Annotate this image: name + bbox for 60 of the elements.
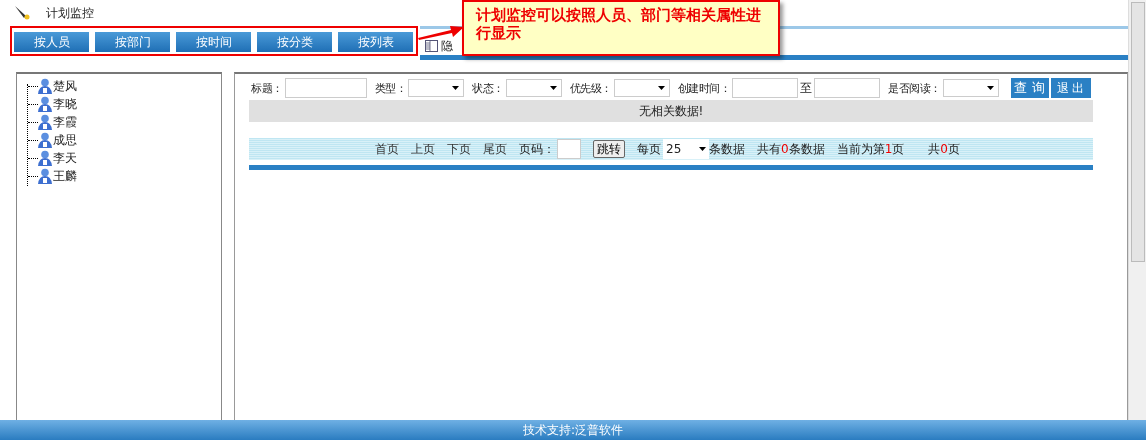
select-field[interactable] — [942, 79, 999, 97]
callout-note: 计划监控可以按照人员、部门等相关属性进行显示 — [462, 0, 780, 56]
pen-icon — [14, 5, 32, 21]
pager-link[interactable]: 首页 — [375, 140, 399, 158]
pager-link[interactable]: 下页 — [447, 140, 471, 158]
callout-arrow — [418, 24, 464, 40]
per-page-label: 每页 — [637, 140, 661, 158]
page-title: 计划监控 — [46, 4, 94, 22]
columns-icon[interactable] — [425, 40, 438, 52]
footer-text: 技术支持:泛普软件 — [0, 420, 1146, 440]
tree-item[interactable]: 楚风 — [38, 77, 77, 95]
filter-label: 优先级： — [569, 80, 612, 96]
view-button[interactable]: 按人员 — [14, 32, 89, 52]
view-button[interactable]: 按分类 — [257, 32, 332, 52]
range-separator: 至 — [800, 79, 812, 97]
filter-label: 标题： — [251, 80, 283, 96]
view-button[interactable]: 按列表 — [338, 32, 413, 52]
pager-link[interactable]: 尾页 — [483, 140, 507, 158]
view-button[interactable]: 按时间 — [176, 32, 251, 52]
date-input[interactable] — [732, 78, 798, 98]
scrollbar[interactable] — [1128, 0, 1146, 420]
tree-item[interactable]: 王麟 — [38, 167, 77, 185]
select-field[interactable] — [408, 79, 464, 97]
query-button[interactable]: 查 询 — [1010, 78, 1049, 98]
view-button[interactable]: 按部门 — [95, 32, 170, 52]
per-page-suffix: 条数据 — [709, 140, 745, 158]
dropdown-caret-icon — [986, 86, 994, 90]
date-input[interactable] — [814, 78, 880, 98]
filter-label: 类型： — [374, 80, 406, 96]
exit-button[interactable]: 退 出 — [1050, 78, 1091, 98]
pager-summary: 共0页 — [928, 140, 960, 158]
tree-item[interactable]: 李霞 — [38, 113, 77, 131]
filter-label: 创建时间： — [677, 80, 730, 96]
empty-message: 无相关数据! — [249, 100, 1093, 122]
dropdown-caret-icon — [549, 86, 557, 90]
select-field[interactable] — [613, 79, 670, 97]
page-label: 页码： — [519, 140, 555, 158]
title-input[interactable] — [284, 78, 367, 98]
user-icon — [38, 150, 52, 166]
filter-label: 状态： — [472, 80, 504, 96]
user-icon — [38, 96, 52, 112]
user-icon — [38, 132, 52, 148]
dropdown-caret-icon — [452, 86, 459, 90]
tree-item[interactable]: 李晓 — [38, 95, 77, 113]
jump-button[interactable]: 跳转 — [593, 140, 625, 158]
pager-summary: 当前为第1页 — [836, 140, 905, 158]
tree-item[interactable]: 李天 — [38, 149, 77, 167]
per-page-select[interactable]: 25 — [663, 139, 709, 159]
pager-link[interactable]: 上页 — [411, 140, 435, 158]
hide-label[interactable]: 隐 — [441, 37, 453, 55]
user-icon — [38, 168, 52, 184]
dropdown-caret-icon — [699, 147, 706, 151]
page-input[interactable] — [557, 139, 581, 159]
filter-label: 是否阅读： — [888, 80, 941, 96]
pager-summary: 共有0条数据 — [757, 140, 825, 158]
user-icon — [38, 114, 52, 130]
dropdown-caret-icon — [657, 86, 665, 90]
user-icon — [38, 78, 52, 94]
tree-item[interactable]: 成思 — [38, 131, 77, 149]
select-field[interactable] — [505, 79, 562, 97]
